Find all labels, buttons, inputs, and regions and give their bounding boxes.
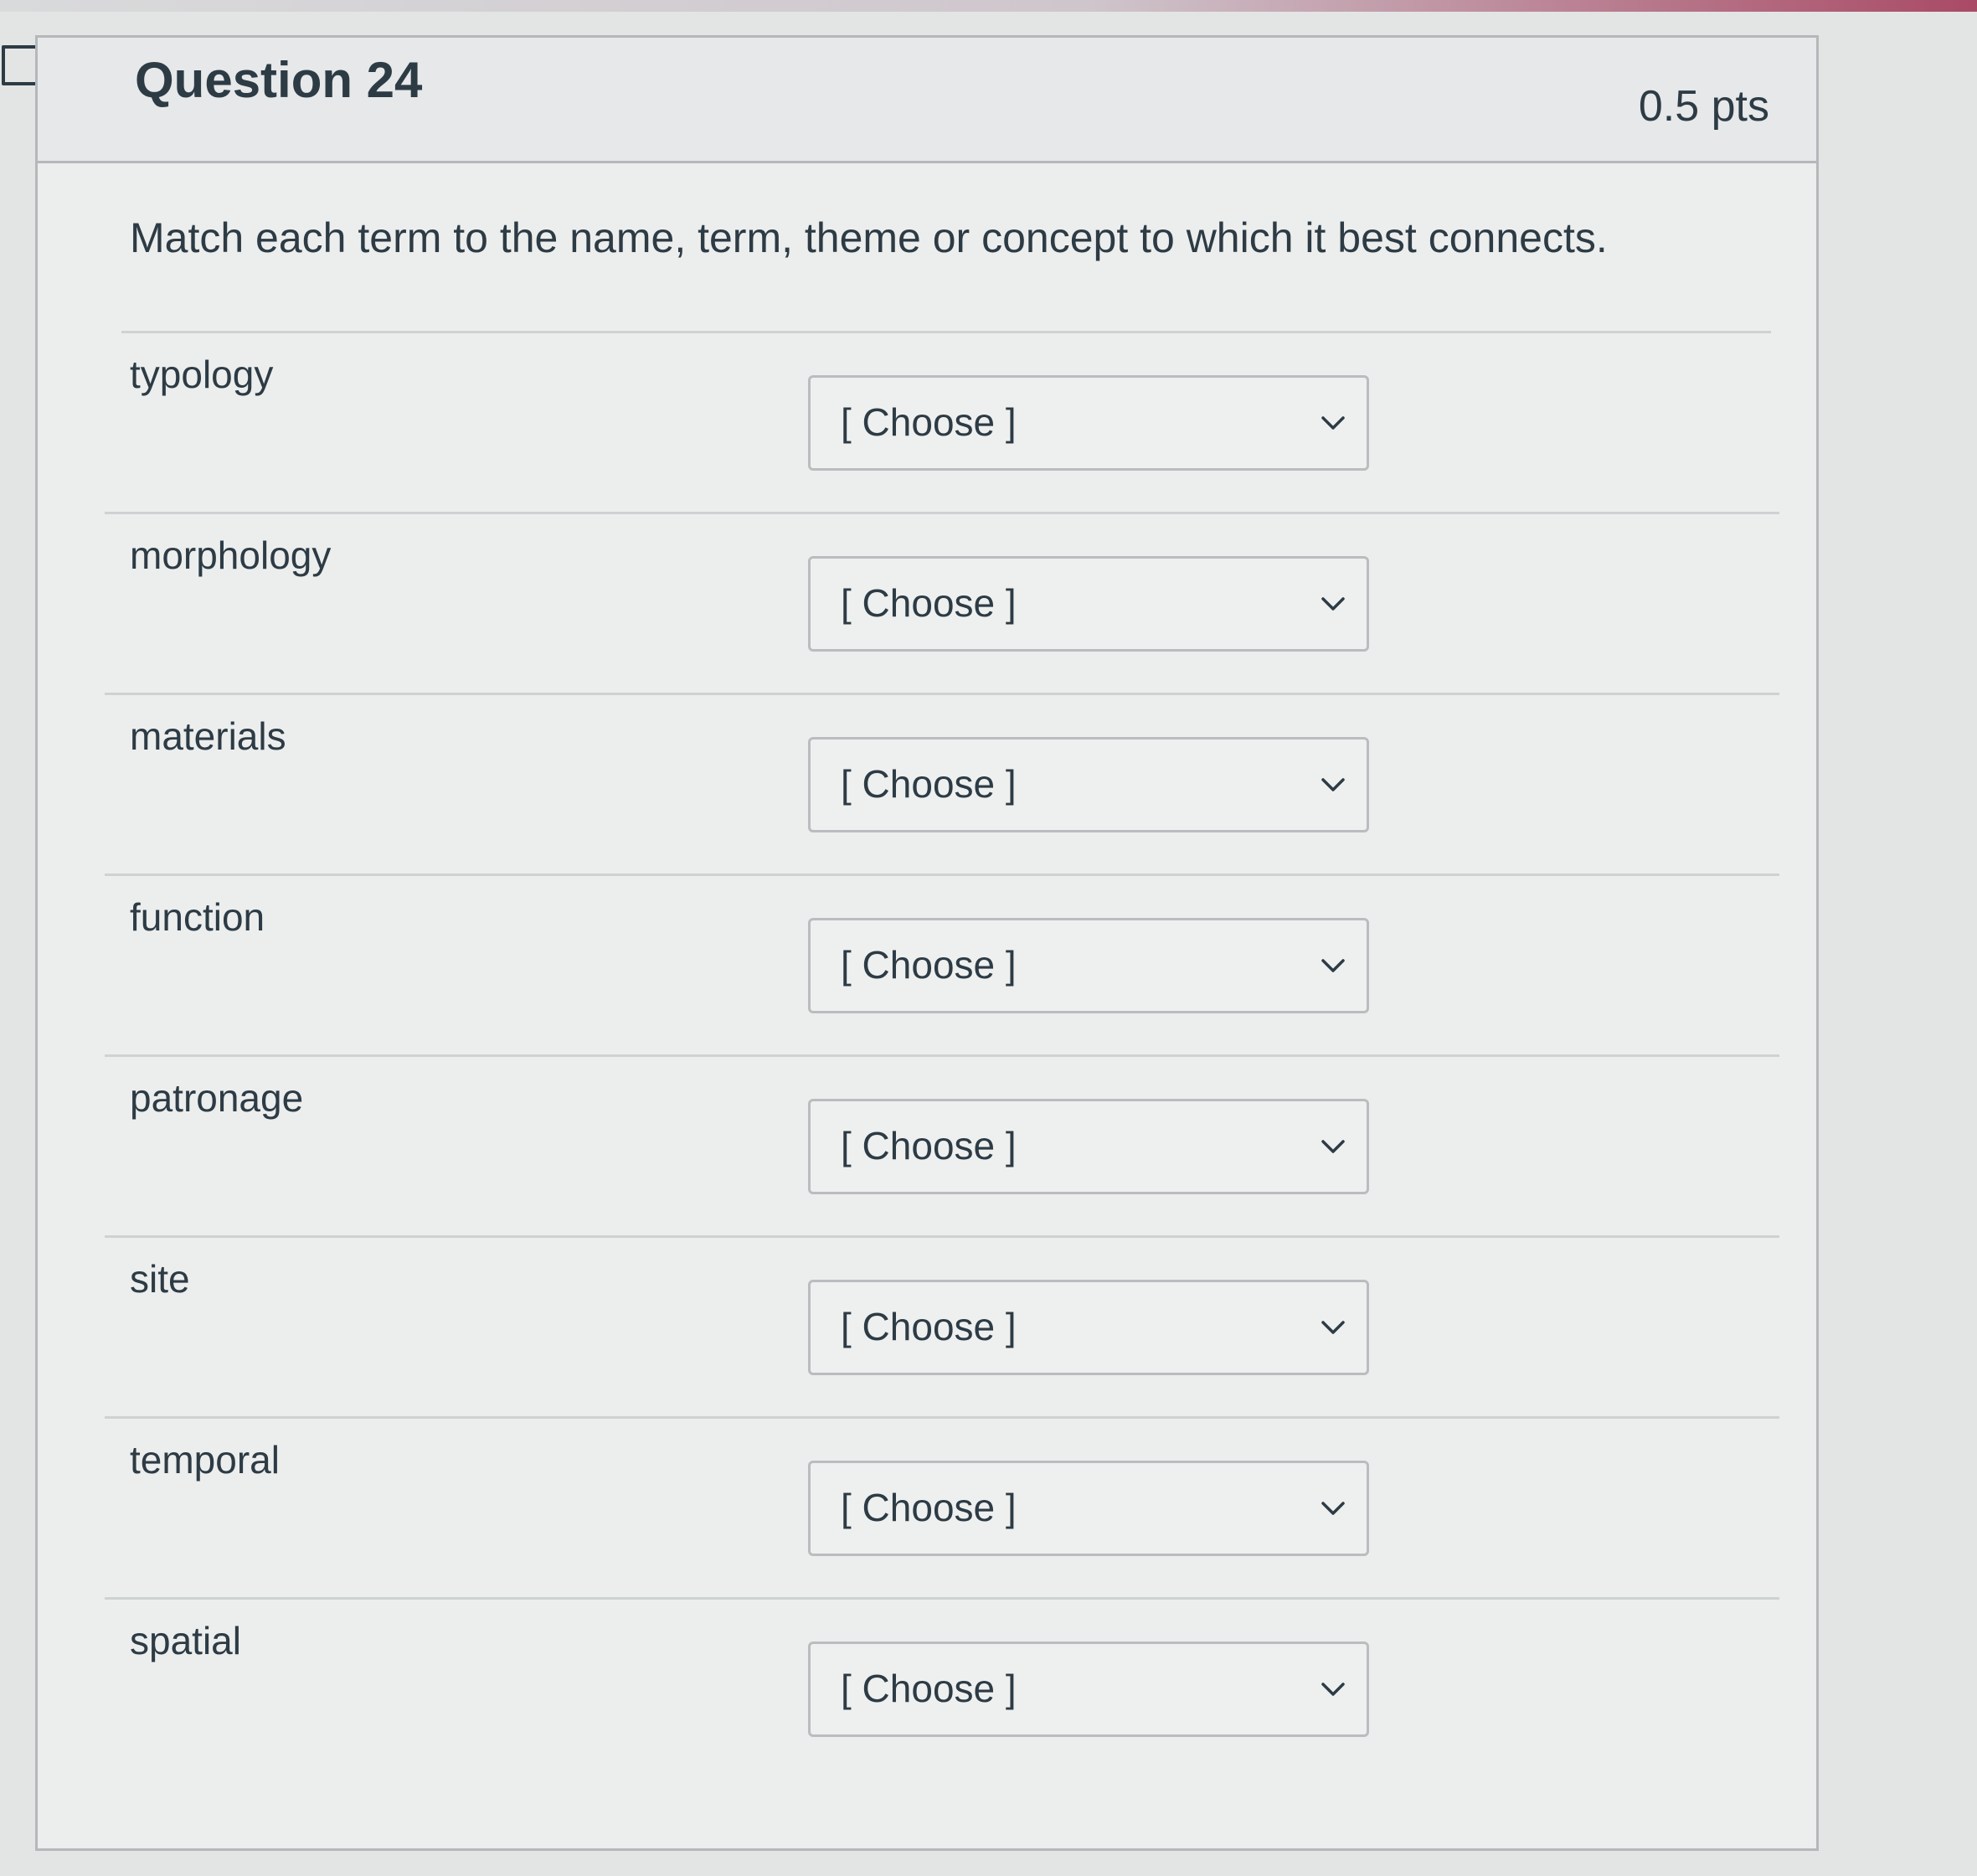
match-select[interactable]: [ Choose ] — [808, 737, 1369, 832]
select-value: [ Choose ] — [841, 1305, 1017, 1348]
chevron-down-icon — [1321, 1321, 1345, 1334]
term-label: morphology — [130, 533, 332, 577]
question-title: Question 24 — [135, 52, 423, 108]
term-label: spatial — [130, 1619, 241, 1662]
question-header: Question 24 0.5 pts — [38, 38, 1816, 163]
term-label: materials — [130, 714, 286, 758]
match-select[interactable]: [ Choose ] — [808, 556, 1369, 652]
select-value: [ Choose ] — [841, 762, 1017, 806]
term-label: function — [130, 895, 265, 939]
answer-row-spatial: spatial [ Choose ] — [105, 1600, 1779, 1781]
chevron-down-icon — [1321, 778, 1345, 791]
term-label: temporal — [130, 1438, 280, 1482]
select-value: [ Choose ] — [841, 1124, 1017, 1167]
chevron-down-icon — [1321, 1140, 1345, 1153]
term-label: typology — [130, 353, 274, 396]
match-select[interactable]: [ Choose ] — [808, 1099, 1369, 1194]
chevron-down-icon — [1321, 416, 1345, 430]
question-points: 0.5 pts — [1638, 82, 1769, 131]
answer-row-typology: typology [ Choose ] — [105, 333, 1779, 514]
select-value: [ Choose ] — [841, 581, 1017, 625]
answer-row-patronage: patronage [ Choose ] — [105, 1057, 1779, 1238]
answer-row-temporal: temporal [ Choose ] — [105, 1419, 1779, 1600]
select-value: [ Choose ] — [841, 1486, 1017, 1529]
question-prompt: Match each term to the name, term, theme… — [130, 214, 1608, 261]
term-label: site — [130, 1257, 190, 1301]
term-label: patronage — [130, 1076, 304, 1120]
chevron-down-icon — [1321, 959, 1345, 972]
top-strip — [0, 0, 1977, 12]
question-card: Question 24 0.5 pts Match each term to t… — [35, 35, 1819, 1851]
match-select[interactable]: [ Choose ] — [808, 918, 1369, 1013]
chevron-down-icon — [1321, 597, 1345, 611]
match-select[interactable]: [ Choose ] — [808, 1461, 1369, 1556]
match-select[interactable]: [ Choose ] — [808, 1280, 1369, 1375]
answer-row-materials: materials [ Choose ] — [105, 695, 1779, 876]
match-select[interactable]: [ Choose ] — [808, 375, 1369, 471]
match-select[interactable]: [ Choose ] — [808, 1642, 1369, 1737]
answer-row-function: function [ Choose ] — [105, 876, 1779, 1057]
chevron-down-icon — [1321, 1683, 1345, 1696]
answer-row-site: site [ Choose ] — [105, 1238, 1779, 1419]
select-value: [ Choose ] — [841, 943, 1017, 987]
select-value: [ Choose ] — [841, 1667, 1017, 1710]
answer-row-morphology: morphology [ Choose ] — [105, 514, 1779, 695]
select-value: [ Choose ] — [841, 400, 1017, 444]
chevron-down-icon — [1321, 1502, 1345, 1515]
